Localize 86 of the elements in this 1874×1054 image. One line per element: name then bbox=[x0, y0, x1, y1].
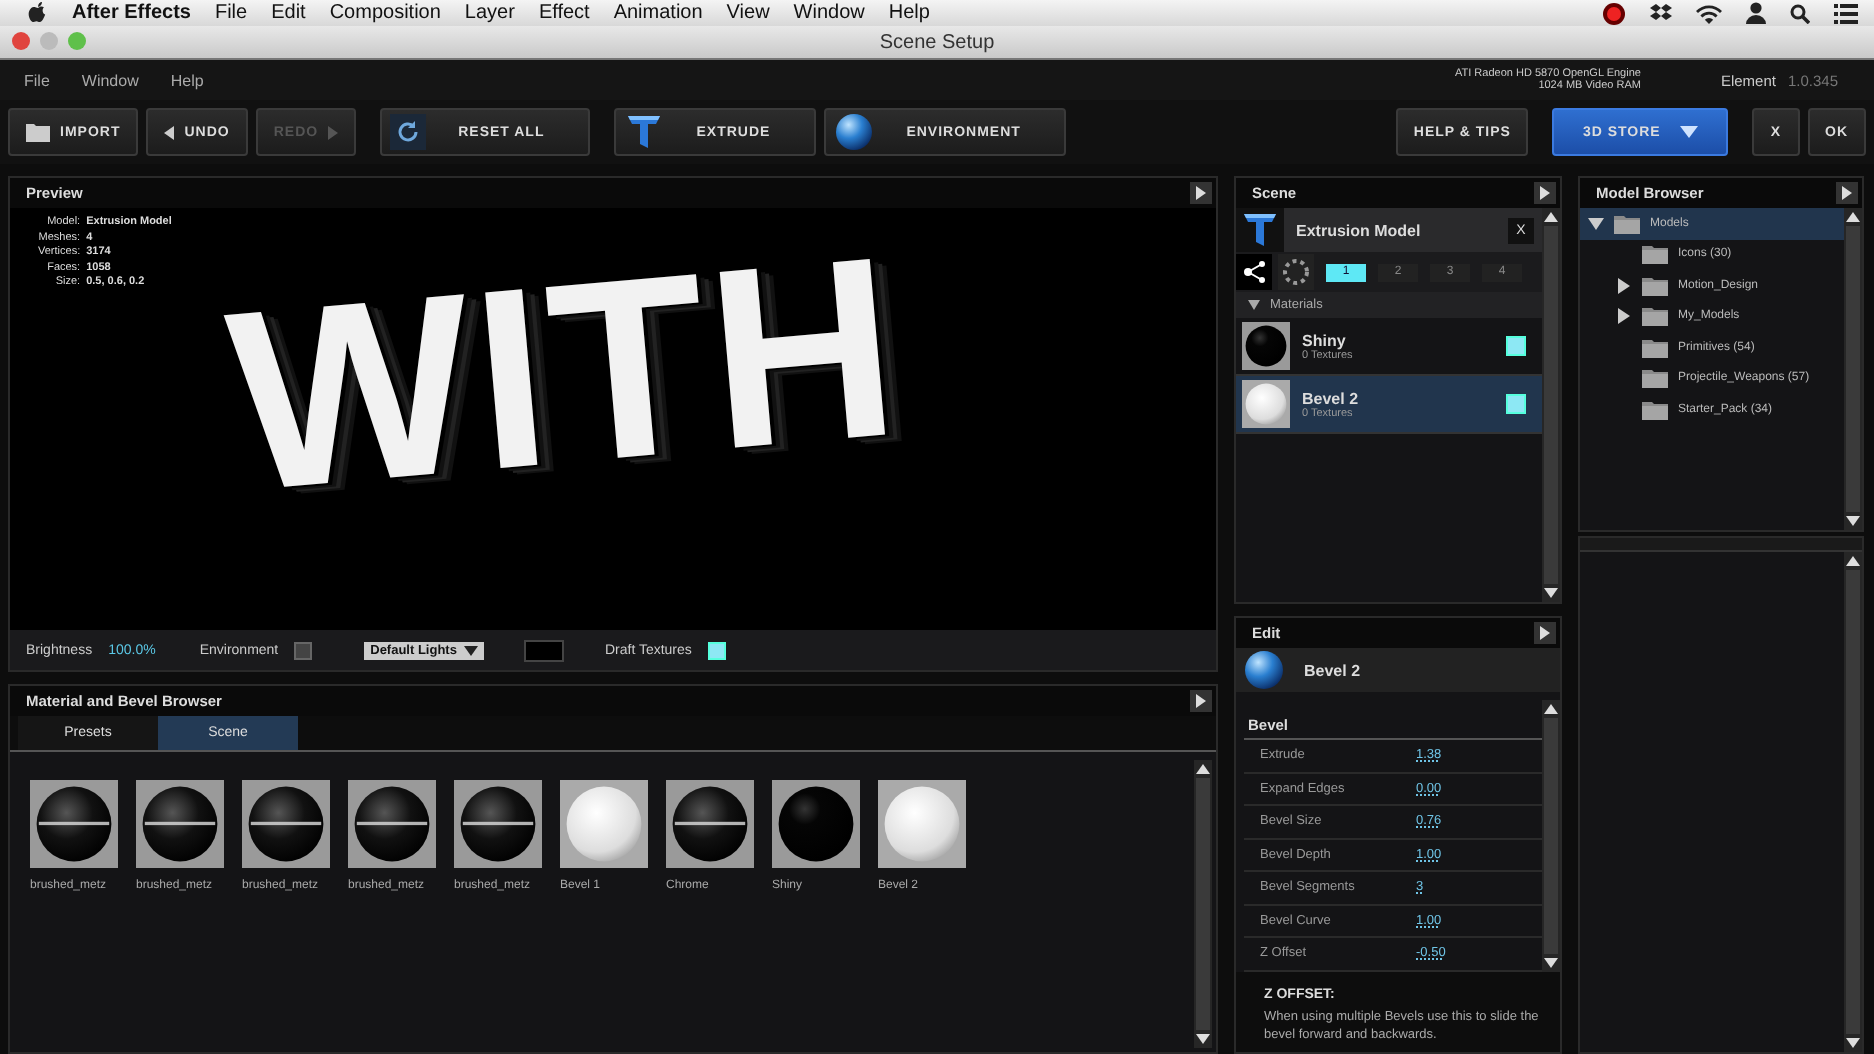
scroll-up-icon[interactable] bbox=[1544, 704, 1558, 714]
menu-item[interactable]: File bbox=[24, 71, 50, 89]
close-window-button[interactable] bbox=[12, 32, 30, 50]
menu-item[interactable]: Effect bbox=[538, 2, 590, 24]
user-icon[interactable] bbox=[1746, 2, 1766, 24]
material-thumbnail bbox=[136, 780, 224, 868]
scrollbar[interactable] bbox=[1844, 208, 1862, 530]
material-thumbnail bbox=[1242, 322, 1290, 370]
visibility-checkbox[interactable] bbox=[1506, 394, 1526, 414]
record-icon[interactable] bbox=[1602, 1, 1626, 25]
scroll-down-icon[interactable] bbox=[1846, 516, 1860, 526]
splitter-handle[interactable] bbox=[1580, 538, 1862, 552]
wifi-icon[interactable] bbox=[1696, 3, 1722, 23]
panel-menu-button[interactable] bbox=[1534, 182, 1556, 204]
menu-item[interactable]: Window bbox=[793, 2, 865, 24]
menu-item[interactable]: Window bbox=[81, 71, 139, 89]
panel-menu-button[interactable] bbox=[1534, 622, 1556, 644]
scroll-up-icon[interactable] bbox=[1544, 212, 1558, 222]
material-thumbnail bbox=[242, 780, 330, 868]
background-color-swatch[interactable] bbox=[524, 639, 565, 661]
menu-item[interactable]: Animation bbox=[613, 2, 703, 24]
caret-icon bbox=[464, 645, 479, 655]
scrollbar[interactable] bbox=[1542, 208, 1560, 602]
material-name: Bevel 2 bbox=[1304, 661, 1363, 679]
folder-icon bbox=[26, 122, 50, 142]
expanded-triangle-icon[interactable] bbox=[1248, 300, 1260, 310]
scroll-down-icon[interactable] bbox=[1544, 588, 1558, 598]
material-thumbnail bbox=[30, 780, 118, 868]
material-thumbnail bbox=[1242, 380, 1290, 428]
expanded-triangle-icon[interactable] bbox=[1588, 215, 1604, 232]
material-thumbnail bbox=[878, 780, 966, 868]
scrollbar[interactable] bbox=[1194, 760, 1212, 1048]
panel-menu-button[interactable] bbox=[1190, 690, 1212, 712]
folder-icon bbox=[1642, 368, 1668, 389]
extrude-icon bbox=[624, 112, 665, 152]
material-name: Shiny bbox=[1302, 331, 1348, 349]
menu-item[interactable]: Help bbox=[888, 2, 930, 24]
collapsed-triangle-icon[interactable] bbox=[1616, 308, 1632, 325]
menu-item[interactable]: Edit bbox=[271, 2, 306, 24]
panel-menu-button[interactable] bbox=[1190, 182, 1212, 204]
caret-icon bbox=[1680, 126, 1699, 138]
folder-icon bbox=[1642, 399, 1668, 420]
list-icon[interactable] bbox=[1834, 3, 1858, 23]
left-arrow-icon bbox=[164, 125, 175, 139]
material-thumbnail bbox=[454, 780, 542, 868]
draft-textures-checkbox[interactable] bbox=[707, 641, 726, 659]
material-name: Bevel 2 bbox=[1302, 389, 1361, 407]
folder-icon bbox=[1642, 275, 1668, 296]
dotted-circle-icon[interactable] bbox=[1278, 254, 1314, 290]
scroll-up-icon[interactable] bbox=[1196, 764, 1210, 774]
environment-checkbox[interactable] bbox=[294, 641, 313, 659]
extruded-3d-text: WITH bbox=[220, 219, 910, 533]
collapsed-triangle-icon[interactable] bbox=[1616, 277, 1632, 294]
material-thumbnail bbox=[348, 780, 436, 868]
extrude-icon bbox=[1240, 210, 1280, 250]
visibility-checkbox[interactable] bbox=[1506, 336, 1526, 356]
panel-menu-button[interactable] bbox=[1836, 182, 1858, 204]
apple-logo-icon[interactable] bbox=[28, 2, 48, 24]
app-name-menu[interactable]: After Effects bbox=[72, 2, 191, 24]
menu-item[interactable]: File bbox=[214, 2, 248, 24]
menu-item[interactable]: Help bbox=[170, 71, 204, 89]
folder-icon bbox=[1614, 213, 1640, 234]
model-name: Extrusion Model bbox=[1296, 221, 1423, 239]
menu-item[interactable]: Layer bbox=[464, 2, 515, 24]
scroll-down-icon[interactable] bbox=[1196, 1034, 1210, 1044]
sphere-icon bbox=[1244, 650, 1284, 690]
scrollbar[interactable] bbox=[1844, 552, 1862, 1052]
folder-icon bbox=[1642, 306, 1668, 327]
node-graph-icon[interactable] bbox=[1236, 254, 1272, 290]
search-icon[interactable] bbox=[1790, 3, 1810, 23]
scrollbar[interactable] bbox=[1542, 700, 1560, 972]
reset-icon bbox=[390, 114, 427, 150]
menu-item[interactable]: View bbox=[726, 2, 770, 24]
right-arrow-icon bbox=[328, 125, 339, 139]
scroll-up-icon[interactable] bbox=[1846, 556, 1860, 566]
menu-item[interactable]: Composition bbox=[329, 2, 441, 24]
scroll-down-icon[interactable] bbox=[1544, 958, 1558, 968]
material-thumbnail bbox=[560, 780, 648, 868]
scroll-down-icon[interactable] bbox=[1846, 1038, 1860, 1048]
folder-icon bbox=[1642, 337, 1668, 358]
folder-icon bbox=[1642, 244, 1668, 265]
material-thumbnail bbox=[772, 780, 860, 868]
window-title: Scene Setup bbox=[879, 31, 995, 53]
scroll-up-icon[interactable] bbox=[1846, 212, 1860, 222]
material-thumbnail bbox=[666, 780, 754, 868]
sphere-icon bbox=[834, 112, 875, 152]
